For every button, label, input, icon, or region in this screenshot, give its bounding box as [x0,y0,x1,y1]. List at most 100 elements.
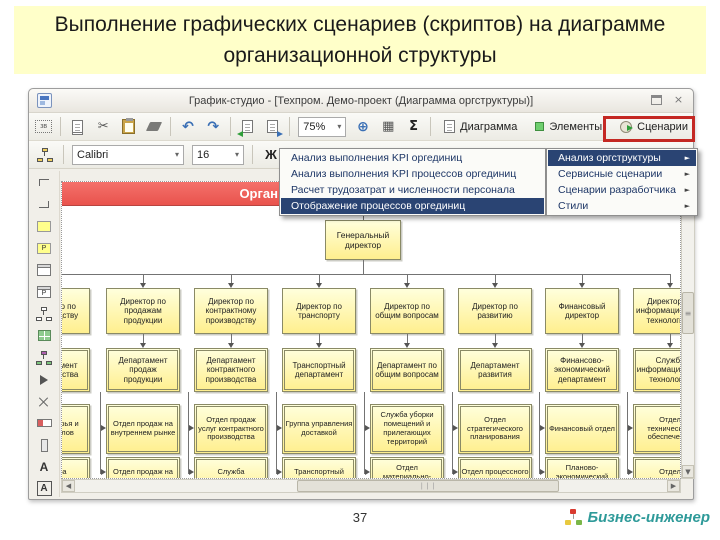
org-box-departments-6[interactable]: Департамент развития [458,348,532,392]
sum-icon[interactable]: Σ [405,117,422,137]
org-box-subunits-6[interactable]: Отдел процессного управления и [458,457,532,478]
window-title: График-студио - [Техпром. Демо-проект (Д… [188,94,534,107]
org-box-departments-7[interactable]: Финансово-экономический департамент [545,348,619,392]
cut-icon[interactable]: ✂ [94,117,111,137]
vertical-scrollbar[interactable]: ▲ ≡ ▼ [681,181,695,479]
connector-line [319,274,320,283]
horizontal-scroll-thumb[interactable]: | | | [297,480,559,492]
menu-item-label: Отображение процессов оргединиц [291,200,466,212]
org-box-subunits-1[interactable]: Служба управления [62,457,90,478]
org-box-subunits-2[interactable]: Отдел продаж на внешнем рынке [106,457,180,478]
diagram-canvas[interactable]: Орган Генеральный директор Директор по пр… [61,181,681,479]
org-box-units-3[interactable]: Отдел продаж услуг контрактного производ… [194,404,268,454]
arrow-right-icon [365,425,370,431]
font-size-combo[interactable]: 16 ▾ [192,144,244,165]
yellow-shape-icon[interactable] [35,219,53,235]
menu-item-developer-scenarios[interactable]: Сценарии разработчика ► [548,182,696,198]
connector-spine-line [452,392,453,474]
text-frame-icon[interactable]: A [35,481,53,497]
redo-icon[interactable]: ↷ [205,117,222,137]
org-box-units-5[interactable]: Служба уборки помещений и прилегающих те… [370,404,444,454]
select-mode-icon[interactable]: зв [35,120,53,133]
org-box-units-2[interactable]: Отдел продаж на внутреннем рынке [106,404,180,454]
toolbar-separator [170,117,172,136]
org-box-departments-2[interactable]: Департамент продаж продукции [106,348,180,392]
vertical-scroll-thumb[interactable]: ≡ [682,292,694,334]
org-box-units-7[interactable]: Финансовый отдел [545,404,619,454]
zoom-in-icon[interactable]: ⊕ [354,117,371,137]
org-box-units-6[interactable]: Отдел стратегического планирования [458,404,532,454]
arrow-right-icon [453,469,458,475]
menu-item-kpi-orgunits[interactable]: Анализ выполнения KPI оргединиц [281,150,544,166]
annotation-highlight-box [603,116,695,142]
orgchart-shape-icon[interactable] [35,306,53,322]
shapes-toolbar: P P A A [29,171,60,497]
menu-item-styles[interactable]: Стили ► [548,198,696,214]
scenarios-submenu: Анализ выполнения KPI оргединиц Анализ в… [279,148,546,216]
chevron-down-icon: ▾ [174,150,179,159]
undo-icon[interactable]: ↶ [179,117,196,137]
org-box-subunits-7[interactable]: Планово-экономический отдел [545,457,619,478]
text-tool-icon[interactable]: A [35,459,53,475]
horizontal-bar-icon[interactable] [35,415,53,431]
org-box-directors-7[interactable]: Финансовый директор [545,288,619,334]
horizontal-scrollbar[interactable]: ◀ | | | ▶ [61,479,681,493]
grid-view-icon[interactable]: ▦ [380,117,397,137]
org-box-units-8[interactable]: Отдел технического обеспечения [633,404,680,454]
pointer-icon[interactable] [35,372,53,388]
yellow-process-shape-icon[interactable]: P [35,241,53,257]
diagram-header-text: Орган [239,186,278,201]
elements-button[interactable]: Элементы [530,118,607,136]
org-box-departments-1[interactable]: Департамент производства [62,348,90,392]
connector-endpoint-icon[interactable] [35,197,53,213]
format-brush-icon[interactable] [145,117,162,137]
org-box-subunits-5[interactable]: Отдел материально-технического [370,457,444,478]
menu-item-show-processes[interactable]: Отображение процессов оргединиц [281,198,544,214]
org-box-departments-4[interactable]: Транспортный департамент [282,348,356,392]
connector-elbow-icon[interactable] [35,175,53,191]
menu-item-label: Анализ оргструктуры [558,152,661,164]
paste-icon[interactable] [120,117,137,137]
bold-button[interactable]: Ж [261,145,281,165]
import-icon[interactable] [236,117,256,137]
menu-item-kpi-processes[interactable]: Анализ выполнения KPI процессов оргедини… [281,166,544,182]
diagram-button[interactable]: Диаграмма [439,117,522,136]
matrix-shape-icon[interactable] [35,328,53,344]
copy-icon[interactable] [69,117,86,137]
menu-item-service-scenarios[interactable]: Сервисные сценарии ► [548,166,696,182]
org-box-directors-5[interactable]: Директор по общим вопросам [370,288,444,334]
zoom-combo[interactable]: 75% ▾ [298,116,347,137]
scroll-right-icon[interactable]: ▶ [667,480,680,492]
org-box-directors-1[interactable]: Директор по производству [62,288,90,334]
arrow-down-icon [404,283,410,288]
scroll-left-icon[interactable]: ◀ [62,480,75,492]
org-box-departments-8[interactable]: Служба информационных технологий [633,348,680,392]
org-box-departments-5[interactable]: Департамент по общим вопросам [370,348,444,392]
org-box-directors-8[interactable]: Директор по информационным технологиям [633,288,680,334]
connector-line [670,334,671,343]
menu-item-labor-costs[interactable]: Расчет трудозатрат и численности персона… [281,182,544,198]
close-icon[interactable]: × [672,94,685,107]
orgtree-green-icon[interactable] [35,350,53,366]
org-box-root[interactable]: Генеральный директор [325,220,401,260]
auto-layout-icon[interactable] [35,394,53,410]
org-box-directors-4[interactable]: Директор по транспорту [282,288,356,334]
font-family-combo[interactable]: Calibri ▾ [72,144,184,165]
window-shape-icon[interactable] [35,262,53,278]
org-box-departments-3[interactable]: Департамент контрактного производства [194,348,268,392]
org-box-units-4[interactable]: Группа управления доставкой [282,404,356,454]
scroll-down-icon[interactable]: ▼ [682,465,694,478]
vertical-bar-icon[interactable] [35,437,53,453]
menu-item-org-analysis[interactable]: Анализ оргструктуры ► [548,150,696,166]
org-box-units-1[interactable]: Склад сырья и материалов [62,404,90,454]
org-box-directors-6[interactable]: Директор по развитию [458,288,532,334]
org-box-subunits-3[interactable]: Служба маркетинга [194,457,268,478]
org-box-subunits-8[interactable]: Отдел информационных [633,457,680,478]
org-box-subunits-4[interactable]: Транспортный отдел [282,457,356,478]
restore-icon[interactable] [651,95,662,105]
tree-view-icon[interactable] [37,147,53,162]
process-shape-icon[interactable]: P [35,284,53,300]
org-box-directors-2[interactable]: Директор по продажам продукции [106,288,180,334]
org-box-directors-3[interactable]: Директор по контрактному производству [194,288,268,334]
export-icon[interactable] [264,117,284,137]
